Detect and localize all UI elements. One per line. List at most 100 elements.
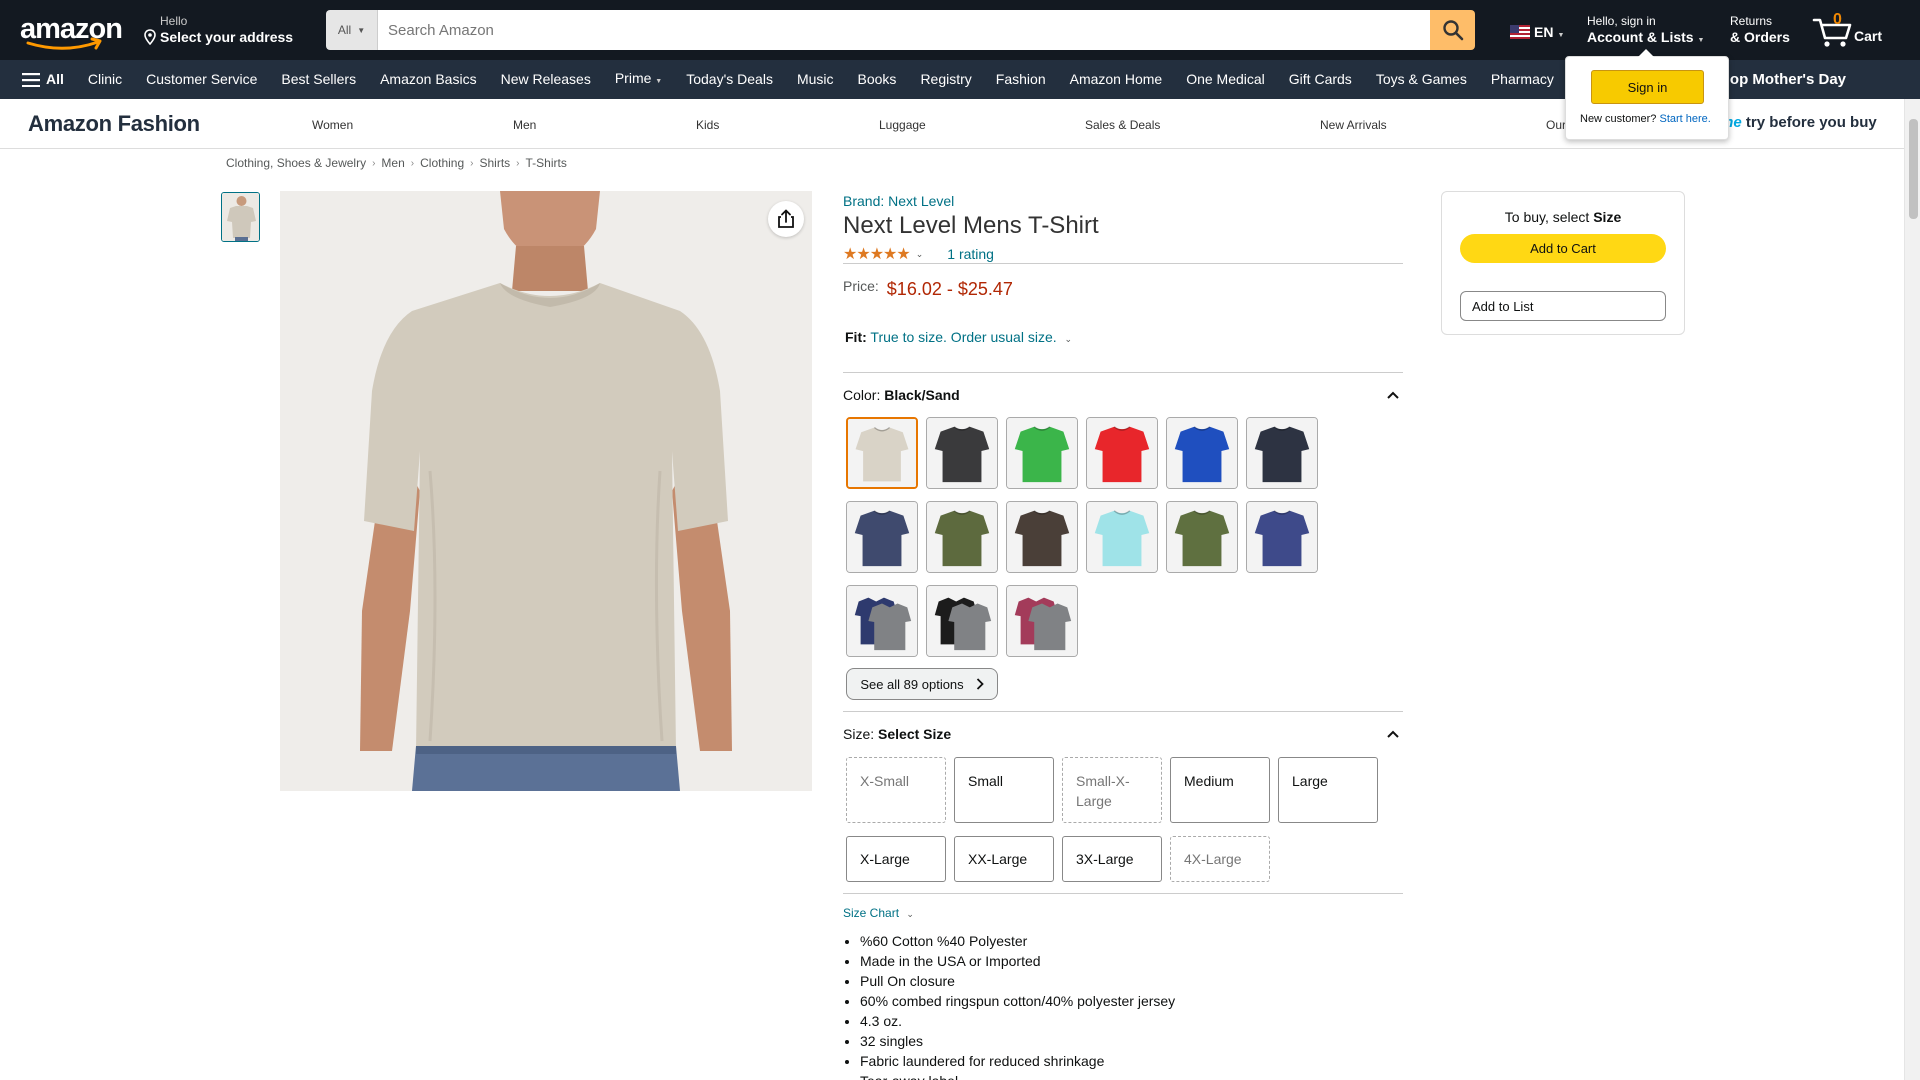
size-heading: Size: Select Size (843, 726, 951, 742)
nav-music[interactable]: Music (785, 60, 846, 99)
nav-amazon-basics[interactable]: Amazon Basics (368, 60, 488, 99)
nav-registry[interactable]: Registry (908, 60, 983, 99)
brand-link[interactable]: Brand: Next Level (843, 193, 954, 209)
fit-info[interactable]: Fit: True to size. Order usual size. ⌄ (845, 329, 1072, 345)
size-option-large[interactable]: Large (1278, 757, 1378, 823)
size-option-small[interactable]: Small (954, 757, 1054, 823)
size-option-x-large[interactable]: X-Large (846, 836, 946, 882)
nav-best-sellers[interactable]: Best Sellers (269, 60, 368, 99)
add-to-list-button[interactable]: Add to List (1460, 291, 1666, 321)
nav-toys-games[interactable]: Toys & Games (1364, 60, 1479, 99)
breadcrumb-item[interactable]: T-Shirts (526, 156, 567, 170)
nav-fashion[interactable]: Fashion (984, 60, 1058, 99)
size-option-x-small[interactable]: X-Small (846, 757, 946, 823)
tshirt-swatch-image (1007, 586, 1077, 656)
chevron-down-icon[interactable]: ⌄ (916, 249, 924, 260)
collapse-chevron-up-icon[interactable] (1387, 388, 1399, 402)
nav-new-releases[interactable]: New Releases (489, 60, 603, 99)
nav-todays-deals[interactable]: Today's Deals (674, 60, 785, 99)
color-swatch-multi-pack-a[interactable] (846, 585, 918, 657)
color-swatch-red[interactable] (1086, 417, 1158, 489)
caret-down-icon: ▼ (1697, 37, 1705, 44)
color-swatch-military-green[interactable] (926, 501, 998, 573)
breadcrumb-item[interactable]: Men (381, 156, 404, 170)
feature-bullet: 32 singles (860, 1031, 1175, 1051)
breadcrumb-item[interactable]: Clothing (420, 156, 464, 170)
tshirt-swatch-image (1247, 502, 1317, 572)
size-option-small-x-large[interactable]: Small-X-Large (1062, 757, 1162, 823)
share-button[interactable] (768, 201, 804, 237)
signin-button[interactable]: Sign in (1591, 70, 1704, 104)
nav-clinic[interactable]: Clinic (76, 60, 134, 99)
size-option-4x-large[interactable]: 4X-Large (1170, 836, 1270, 882)
fashion-title[interactable]: Amazon Fashion (28, 111, 200, 137)
size-chart-link[interactable]: Size Chart ⌄ (843, 906, 914, 920)
fashion-link-luggage[interactable]: Luggage (879, 118, 926, 132)
all-menu-button[interactable]: All (0, 60, 76, 99)
color-swatch-royal[interactable] (1166, 417, 1238, 489)
search-input[interactable] (378, 10, 1430, 50)
breadcrumb-item[interactable]: Clothing, Shoes & Jewelry (226, 156, 366, 170)
returns-orders-link[interactable]: Returns & Orders (1730, 14, 1790, 46)
color-swatch-indigo[interactable] (846, 501, 918, 573)
collapse-chevron-up-icon[interactable] (1387, 727, 1399, 741)
search-category-dropdown[interactable]: All ▼ (326, 10, 378, 50)
main-product-image[interactable] (280, 191, 812, 791)
nav-customer-service[interactable]: Customer Service (134, 60, 269, 99)
language-selector[interactable]: EN ▼ (1510, 24, 1564, 40)
cart-button[interactable]: 0 Cart (1812, 10, 1912, 50)
account-lists-menu[interactable]: Hello, sign in Account & Lists ▼ (1587, 14, 1704, 50)
star-rating-icon[interactable]: ★★★★★ (843, 244, 911, 264)
fashion-link-our[interactable]: Our (1546, 118, 1566, 132)
nav-amazon-home[interactable]: Amazon Home (1058, 60, 1175, 99)
fashion-link-new-arrivals[interactable]: New Arrivals (1320, 118, 1387, 132)
tshirt-swatch-image (848, 419, 916, 487)
nav-books[interactable]: Books (846, 60, 909, 99)
start-here-link[interactable]: Start here. (1659, 113, 1710, 125)
size-label: Size: (843, 726, 875, 742)
amazon-logo[interactable]: amazon (20, 13, 123, 50)
fashion-link-kids[interactable]: Kids (696, 118, 719, 132)
feature-bullets: %60 Cotton %40 Polyester Made in the USA… (860, 931, 1175, 1080)
chevron-right-icon: › (516, 157, 520, 169)
feature-bullet: %60 Cotton %40 Polyester (860, 931, 1175, 951)
color-swatch-multi-pack-c[interactable] (1006, 585, 1078, 657)
chevron-right-icon: › (410, 157, 415, 169)
color-swatch-kelly-green[interactable] (1006, 417, 1078, 489)
color-swatch-dark-brown[interactable] (1006, 501, 1078, 573)
color-swatch-dark-navy[interactable] (1246, 417, 1318, 489)
buy-box-prefix: To buy, select (1504, 209, 1590, 225)
size-option-3x-large[interactable]: 3X-Large (1062, 836, 1162, 882)
top-navbar: amazon Hello Select your address All ▼ S… (0, 0, 1920, 60)
breadcrumb-item[interactable]: Shirts (479, 156, 510, 170)
nav-prime[interactable]: Prime ▼ (603, 59, 674, 101)
fashion-link-women[interactable]: Women (312, 118, 353, 132)
color-swatch-charcoal[interactable] (926, 417, 998, 489)
image-thumbnail[interactable] (221, 192, 260, 242)
address-greeting: Hello (160, 14, 188, 28)
rating-count-link[interactable]: 1 rating (947, 246, 994, 262)
color-swatch-sand[interactable] (846, 417, 918, 489)
prime-try-before-you-buy[interactable]: me try before you buy (1720, 114, 1877, 131)
nav-one-medical[interactable]: One Medical (1174, 60, 1277, 99)
size-option-medium[interactable]: Medium (1170, 757, 1270, 823)
fashion-link-men[interactable]: Men (513, 118, 536, 132)
scrollbar-thumb[interactable] (1909, 119, 1918, 219)
fashion-link-sales-deals[interactable]: Sales & Deals (1085, 118, 1160, 132)
add-to-cart-button[interactable]: Add to Cart (1460, 234, 1666, 263)
see-all-options-button[interactable]: See all 89 options (846, 668, 998, 700)
color-swatch-light-aqua[interactable] (1086, 501, 1158, 573)
color-swatch-heather-green[interactable] (1166, 501, 1238, 573)
color-swatch-multi-pack-b[interactable] (926, 585, 998, 657)
deliver-to-address[interactable]: Hello Select your address (142, 14, 293, 46)
page-scrollbar[interactable] (1904, 99, 1920, 1080)
color-swatch-heather-royal[interactable] (1246, 501, 1318, 573)
feature-bullet: Tear-away label (860, 1071, 1175, 1080)
nav-pharmacy[interactable]: Pharmacy (1479, 60, 1566, 99)
breadcrumb: Clothing, Shoes & Jewelry › Men › Clothi… (226, 156, 567, 170)
search-button[interactable] (1430, 10, 1475, 50)
nav-gift-cards[interactable]: Gift Cards (1277, 60, 1364, 99)
tshirt-thumbnail-image (222, 193, 259, 241)
feature-bullet: Fabric laundered for reduced shrinkage (860, 1051, 1175, 1071)
size-option-xx-large[interactable]: XX-Large (954, 836, 1054, 882)
